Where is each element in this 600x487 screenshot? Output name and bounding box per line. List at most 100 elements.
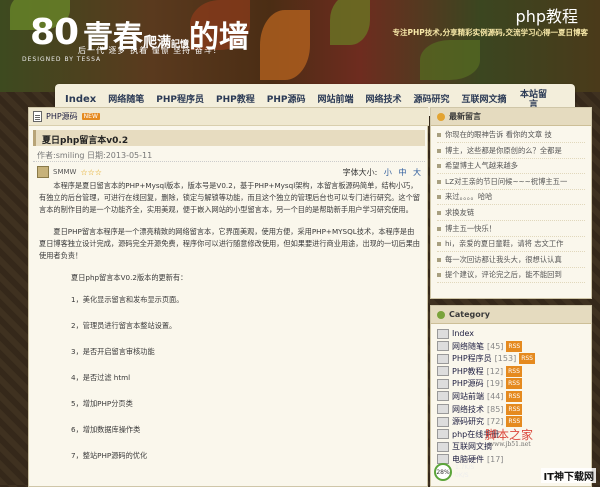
folder-icon [437,429,449,440]
site-header: 80 青春爬满記憶的墙 后一代 逐梦 执着 憧憬 坚持 奋斗！ DESIGNED… [0,0,600,92]
watermark: 脚本之家 www.jb51.net [485,426,533,448]
speed-readout: 1.7K/S 0K/S [455,464,474,480]
category-item[interactable]: Index [437,328,585,339]
post-paragraph: 本程序是夏日留言本的PHP+Mysql版本，版本号是V0.2，基于PHP+Mys… [39,181,420,214]
category-item[interactable]: PHP程序员 [153] RSS [437,353,585,365]
list-item: 7，整站PHP源码的优化 [71,451,148,460]
category-count: [19] [486,379,504,389]
post-body: 本程序是夏日留言本的PHP+Mysql版本，版本号是V0.2，基于PHP+Mys… [39,180,421,476]
breadcrumb: PHP源码 NEW [29,108,429,126]
post-paragraph: 夏日PHP留言本程序是一个漂亮精致的网络留言本，它界面美观，使用方便，采用PHP… [39,227,420,260]
nav-item-php-source[interactable]: PHP源码 [267,95,306,105]
leaf-decoration [420,40,480,80]
breadcrumb-category[interactable]: PHP源码 [46,111,78,122]
folder-icon [437,441,449,452]
rss-icon: RSS [506,365,522,377]
author-row: SMMW ☆☆☆ 字体大小: 小 中 大 [33,165,425,179]
nav-item-index[interactable]: Index [65,95,96,105]
site-tagline: 专注PHP技术,分享精彩实例源码,交流学习心得一夏日博客 [392,28,588,37]
category-count: [85] [487,404,504,414]
category-item[interactable]: 网络随笔 [45] RSS [437,340,585,352]
category-item[interactable]: PHP教程 [12] RSS [437,365,585,377]
comment-item[interactable]: 求换友链 [437,208,585,221]
font-size-small-button[interactable]: 小 [384,168,392,177]
category-name: PHP源码 [452,379,484,389]
category-header: Category [431,306,591,324]
category-item[interactable]: PHP源码 [19] RSS [437,378,585,390]
font-size-large-button[interactable]: 大 [413,168,421,177]
category-item[interactable]: 网络技术 [85] RSS [437,403,585,415]
author-tag: SMMW [53,168,77,176]
category-name: 网站前端 [452,391,484,401]
watermark-url: www.jb51.net [489,441,531,448]
category-title: Category [449,310,490,319]
recent-comments-box: 最新留言 你现在的眼神告诉 看你的文章 技 博主，这些都是你原创的么？全都是 希… [430,107,592,299]
upload-speed: 1.7K/S [455,464,475,471]
new-badge: NEW [81,113,100,120]
font-size-control: 字体大小: 小 中 大 [343,167,421,178]
font-size-label: 字体大小: [342,167,378,177]
network-speed-widget: 28% 1.7K/S 0K/S [434,462,494,482]
bullet-icon [437,112,445,121]
recent-comments-list: 你现在的眼神告诉 看你的文章 技 博主，这些都是你原创的么？全都是 希望博主人气… [431,126,591,290]
comment-item[interactable]: 提个建议，评论完之后，能不能回到 [437,270,585,284]
comment-item[interactable]: 博主，这些都是你原创的么？全都是 [437,146,585,159]
font-size-medium-button[interactable]: 中 [398,168,406,177]
nav-item-php-programmer[interactable]: PHP程序员 [156,95,204,105]
nav-item-frontend[interactable]: 网站前端 [317,95,353,105]
nav-item-network[interactable]: 网络技术 [365,95,401,105]
nav-item-php-tutorial[interactable]: PHP教程 [216,95,255,105]
folder-icon [437,341,449,352]
list-item: 1，美化显示留言和发布显示页面。 [71,295,184,304]
post-title: 夏日php留言本v0.2 [33,130,425,146]
leaf-decoration [330,0,370,45]
list-item: 6，增加数据库操作类 [71,425,141,434]
brand-designer: DESIGNED BY TESSA [22,56,102,63]
corner-logo: IT神下载网 [541,468,596,483]
nav-item-notes[interactable]: 网络随笔 [108,95,144,105]
category-count: [153] [494,354,517,364]
site-title[interactable]: php教程 [516,3,578,27]
main-content: PHP源码 NEW 夏日php留言本v0.2 作者:smiling 日期:201… [28,107,429,487]
category-name: Index [452,329,475,338]
brand-tagline: 后一代 逐梦 执着 憧憬 坚持 奋斗！ [78,46,222,55]
category-name: 源码研究 [452,417,484,427]
nav-item-digest[interactable]: 互联网文摘 [462,95,507,105]
rating-stars-icon: ☆☆☆ [80,167,102,177]
category-box: Category Index 网络随笔 [45] RSS PHP程序员 [153] RS… [430,305,592,487]
category-name: 网络随笔 [452,341,484,351]
post-list-lead: 夏日php留言本V0.2版本的更新有： [71,273,188,282]
watermark-text: 脚本之家 [485,428,534,442]
folder-icon [437,353,449,364]
rss-icon: RSS [506,403,523,415]
rss-icon: RSS [506,378,522,390]
comment-item[interactable]: 来过。。。。哈哈 [437,192,585,206]
list-item: 2，管理员进行留言本整站设置。 [71,321,177,330]
folder-icon [437,391,449,402]
list-item: 4，是否过滤 html [71,373,131,382]
comment-item[interactable]: 博主五一快乐！ [437,224,585,237]
category-count: [45] [487,341,504,351]
rss-icon: RSS [519,353,535,365]
avatar [37,166,49,178]
bullet-icon [437,310,445,319]
nav-item-source-research[interactable]: 源码研究 [413,95,449,105]
category-name: PHP教程 [452,366,484,376]
list-item: 5，增加PHP分页类 [71,399,133,408]
leaf-decoration [260,10,310,80]
comment-item[interactable]: hi，亲爱的夏日童鞋，请将 志文工作 [437,239,585,253]
comment-item[interactable]: 你现在的眼神告诉 看你的文章 技 [437,130,585,143]
comment-item[interactable]: 希望博主人气越来越多 [437,161,585,175]
comment-item[interactable]: 每一次回访都让我头大，很想认认真 [437,255,585,268]
brand-number[interactable]: 80 [30,12,79,53]
post-meta: 作者:smiling 日期:2013-05-11 [33,148,425,162]
category-count: [44] [487,391,504,401]
cpu-percent: 28% [434,463,452,481]
category-count: [12] [486,366,504,376]
list-item: 3，是否开启留言审核功能 [71,347,155,356]
comment-item[interactable]: LZ对王亲的节日问候~~~祝博主五一 [437,177,585,190]
document-icon [33,111,42,122]
category-item[interactable]: 网站前端 [44] RSS [437,390,585,402]
category-name: 网络技术 [452,404,484,414]
folder-icon [437,366,449,377]
